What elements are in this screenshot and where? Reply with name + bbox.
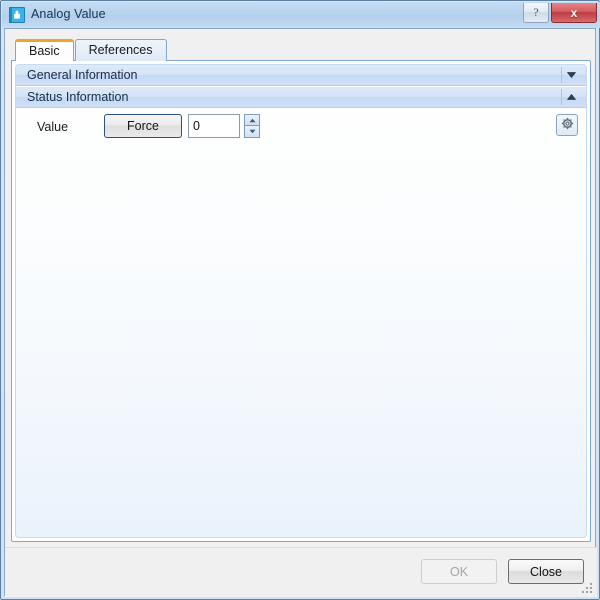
tab-panel-content: General Information Status Information V… [15,64,587,538]
status-information-form: Value Force [16,109,586,149]
value-label: Value [37,120,69,134]
close-icon: x [570,5,578,20]
gear-icon [560,116,575,134]
window-title: Analog Value [31,7,106,21]
help-button[interactable]: ? [523,3,549,23]
settings-button[interactable] [556,114,578,136]
tab-references[interactable]: References [74,39,167,61]
force-button[interactable]: Force [104,114,182,138]
ok-button-label: OK [449,564,469,579]
tab-panel-basic: General Information Status Information V… [11,60,591,542]
group-header-general-information[interactable]: General Information [16,65,586,86]
dialog-window: Analog Value ? x Basic References Genera… [0,0,600,600]
tab-strip: Basic References [15,39,167,61]
spinner-down-icon[interactable] [244,126,260,138]
spinner-up-icon[interactable] [244,114,260,126]
group-header-general-information-label: General Information [27,68,138,82]
dialog-footer: OK Close [5,547,597,597]
help-icon: ? [533,5,539,19]
tab-references-label: References [88,43,153,57]
group-header-status-information-label: Status Information [27,90,129,104]
resize-grip-icon[interactable] [581,582,593,594]
group-header-status-information[interactable]: Status Information [16,87,586,108]
chevron-down-icon[interactable] [564,65,578,85]
title-bar[interactable]: Analog Value ? x [2,2,600,28]
force-button-label: Force [127,119,159,133]
analog-value-icon [9,7,25,23]
close-window-button[interactable]: x [551,3,597,23]
close-button-label: Close [530,564,562,579]
group-header-divider [561,67,562,83]
chevron-up-icon[interactable] [564,87,578,107]
tab-basic[interactable]: Basic [15,39,74,61]
ok-button[interactable]: OK [421,559,497,584]
value-input[interactable] [188,114,240,138]
group-header-divider [561,89,562,105]
tab-basic-label: Basic [29,44,60,58]
value-stepper[interactable] [244,114,260,138]
close-button[interactable]: Close [508,559,584,584]
